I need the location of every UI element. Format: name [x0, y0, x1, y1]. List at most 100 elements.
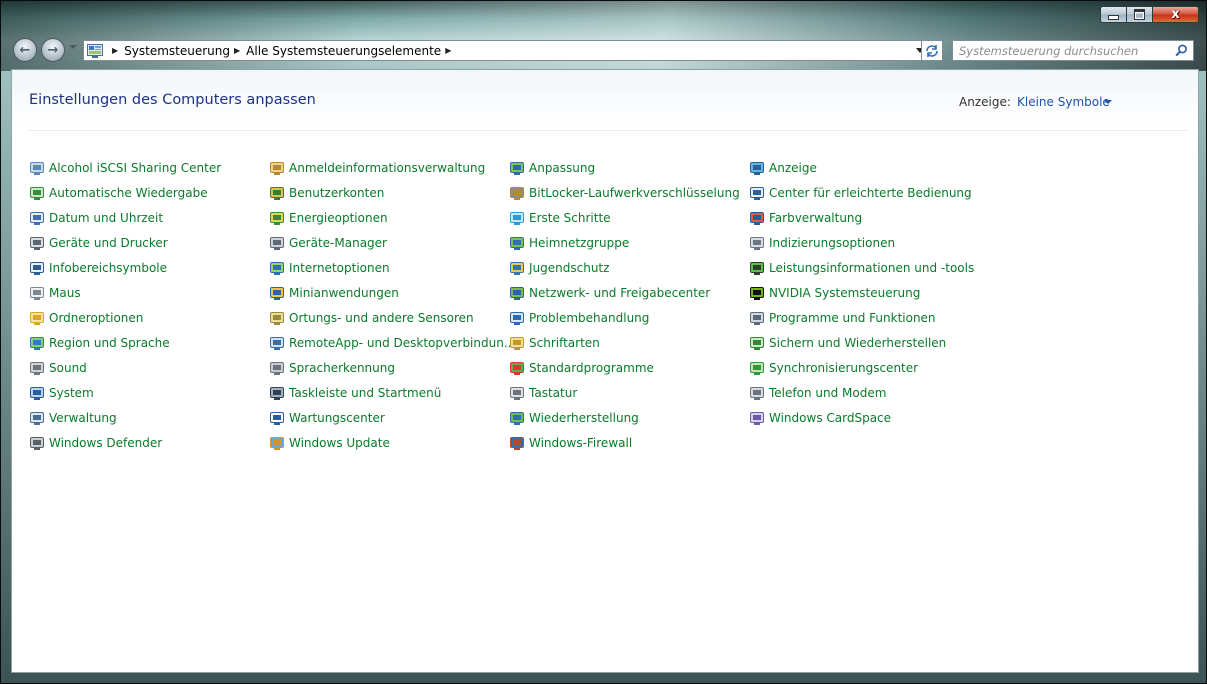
control-panel-item-label[interactable]: Datum und Uhrzeit: [49, 211, 163, 225]
control-panel-item[interactable]: Standardprogramme: [509, 358, 654, 378]
control-panel-item-label[interactable]: Anzeige: [769, 161, 817, 175]
control-panel-item-label[interactable]: Telefon und Modem: [769, 386, 886, 400]
control-panel-item-label[interactable]: Windows CardSpace: [769, 411, 891, 425]
back-button[interactable]: ←: [13, 38, 37, 62]
control-panel-item[interactable]: RemoteApp- und Desktopverbindun...: [269, 333, 515, 353]
control-panel-item[interactable]: BitLocker-Laufwerkverschlüsselung: [509, 183, 740, 203]
control-panel-item[interactable]: Taskleiste und Startmenü: [269, 383, 441, 403]
control-panel-item[interactable]: Spracherkennung: [269, 358, 395, 378]
view-mode-dropdown[interactable]: Kleine Symbole: [1017, 95, 1110, 109]
control-panel-item[interactable]: Sound: [29, 358, 87, 378]
control-panel-item[interactable]: Windows-Firewall: [509, 433, 632, 453]
control-panel-item[interactable]: Ortungs- und andere Sensoren: [269, 308, 474, 328]
control-panel-item-label[interactable]: Infobereichsymbole: [49, 261, 167, 275]
control-panel-item[interactable]: Automatische Wiedergabe: [29, 183, 208, 203]
control-panel-item[interactable]: Verwaltung: [29, 408, 117, 428]
control-panel-item[interactable]: Heimnetzgruppe: [509, 233, 629, 253]
control-panel-item-label[interactable]: Geräte-Manager: [289, 236, 387, 250]
control-panel-item[interactable]: Anmeldeinformationsverwaltung: [269, 158, 485, 178]
control-panel-item[interactable]: Geräte-Manager: [269, 233, 387, 253]
control-panel-item[interactable]: Anpassung: [509, 158, 595, 178]
breadcrumb-separator-icon[interactable]: ▶: [445, 46, 451, 55]
control-panel-item[interactable]: Region und Sprache: [29, 333, 170, 353]
control-panel-item[interactable]: Internetoptionen: [269, 258, 390, 278]
control-panel-item[interactable]: Jugendschutz: [509, 258, 609, 278]
control-panel-item-label[interactable]: Standardprogramme: [529, 361, 654, 375]
control-panel-item-label[interactable]: System: [49, 386, 94, 400]
control-panel-item-label[interactable]: Spracherkennung: [289, 361, 395, 375]
control-panel-item[interactable]: Energieoptionen: [269, 208, 388, 228]
control-panel-item-label[interactable]: Farbverwaltung: [769, 211, 862, 225]
control-panel-item-label[interactable]: RemoteApp- und Desktopverbindun...: [289, 336, 515, 350]
search-input[interactable]: [959, 43, 1173, 58]
breadcrumb-systemsteuerung[interactable]: Systemsteuerung: [124, 44, 230, 58]
control-panel-item[interactable]: Indizierungsoptionen: [749, 233, 895, 253]
control-panel-item-label[interactable]: Sound: [49, 361, 87, 375]
control-panel-item-label[interactable]: Leistungsinformationen und -tools: [769, 261, 974, 275]
control-panel-item-label[interactable]: Schriftarten: [529, 336, 600, 350]
control-panel-item-label[interactable]: Minianwendungen: [289, 286, 399, 300]
control-panel-item[interactable]: Synchronisierungscenter: [749, 358, 918, 378]
control-panel-item[interactable]: Alcohol iSCSI Sharing Center: [29, 158, 221, 178]
chevron-down-icon[interactable]: [1104, 100, 1112, 104]
control-panel-item[interactable]: Wiederherstellung: [509, 408, 639, 428]
control-panel-item-label[interactable]: Automatische Wiedergabe: [49, 186, 208, 200]
control-panel-item-label[interactable]: Windows-Firewall: [529, 436, 632, 450]
control-panel-item-label[interactable]: Erste Schritte: [529, 211, 611, 225]
control-panel-item-label[interactable]: Geräte und Drucker: [49, 236, 168, 250]
control-panel-item-label[interactable]: Center für erleichterte Bedienung: [769, 186, 972, 200]
control-panel-item[interactable]: Leistungsinformationen und -tools: [749, 258, 974, 278]
control-panel-item[interactable]: Programme und Funktionen: [749, 308, 936, 328]
control-panel-item-label[interactable]: NVIDIA Systemsteuerung: [769, 286, 920, 300]
control-panel-item[interactable]: Telefon und Modem: [749, 383, 886, 403]
control-panel-item[interactable]: Windows CardSpace: [749, 408, 891, 428]
control-panel-item[interactable]: Windows Defender: [29, 433, 162, 453]
control-panel-item-label[interactable]: Tastatur: [529, 386, 577, 400]
control-panel-item[interactable]: Netzwerk- und Freigabecenter: [509, 283, 710, 303]
control-panel-item[interactable]: Tastatur: [509, 383, 577, 403]
control-panel-item[interactable]: Benutzerkonten: [269, 183, 384, 203]
control-panel-item[interactable]: Center für erleichterte Bedienung: [749, 183, 972, 203]
control-panel-item-label[interactable]: Anmeldeinformationsverwaltung: [289, 161, 485, 175]
control-panel-item-label[interactable]: Internetoptionen: [289, 261, 390, 275]
control-panel-item[interactable]: Infobereichsymbole: [29, 258, 167, 278]
control-panel-item[interactable]: Anzeige: [749, 158, 817, 178]
control-panel-item[interactable]: Wartungscenter: [269, 408, 385, 428]
control-panel-item[interactable]: System: [29, 383, 94, 403]
control-panel-item-label[interactable]: Verwaltung: [49, 411, 117, 425]
control-panel-item-label[interactable]: Netzwerk- und Freigabecenter: [529, 286, 710, 300]
control-panel-item-label[interactable]: Heimnetzgruppe: [529, 236, 629, 250]
control-panel-item[interactable]: Maus: [29, 283, 81, 303]
search-icon[interactable]: [1175, 44, 1188, 57]
control-panel-item[interactable]: Farbverwaltung: [749, 208, 862, 228]
control-panel-item[interactable]: Windows Update: [269, 433, 390, 453]
control-panel-item[interactable]: NVIDIA Systemsteuerung: [749, 283, 920, 303]
control-panel-item-label[interactable]: Anpassung: [529, 161, 595, 175]
control-panel-item[interactable]: Ordneroptionen: [29, 308, 143, 328]
control-panel-item-label[interactable]: Windows Defender: [49, 436, 162, 450]
breadcrumb-alle-elemente[interactable]: Alle Systemsteuerungselemente: [246, 44, 441, 58]
control-panel-item-label[interactable]: Ortungs- und andere Sensoren: [289, 311, 474, 325]
control-panel-item-label[interactable]: BitLocker-Laufwerkverschlüsselung: [529, 186, 740, 200]
control-panel-item-label[interactable]: Problembehandlung: [529, 311, 649, 325]
control-panel-item[interactable]: Datum und Uhrzeit: [29, 208, 163, 228]
control-panel-item[interactable]: Schriftarten: [509, 333, 600, 353]
breadcrumb-separator-icon[interactable]: ▶: [234, 46, 240, 55]
control-panel-item-label[interactable]: Jugendschutz: [529, 261, 609, 275]
control-panel-item[interactable]: Problembehandlung: [509, 308, 649, 328]
control-panel-item-label[interactable]: Maus: [49, 286, 81, 300]
search-box[interactable]: [952, 40, 1194, 61]
control-panel-item-label[interactable]: Ordneroptionen: [49, 311, 143, 325]
forward-button[interactable]: →: [41, 38, 65, 62]
control-panel-item-label[interactable]: Wiederherstellung: [529, 411, 639, 425]
control-panel-item-label[interactable]: Taskleiste und Startmenü: [289, 386, 441, 400]
address-bar[interactable]: ▶ Systemsteuerung ▶ Alle Systemsteuerung…: [83, 40, 929, 61]
control-panel-item[interactable]: Minianwendungen: [269, 283, 399, 303]
refresh-button[interactable]: [921, 40, 943, 61]
minimize-button[interactable]: [1100, 6, 1127, 23]
control-panel-item-label[interactable]: Region und Sprache: [49, 336, 170, 350]
control-panel-item-label[interactable]: Windows Update: [289, 436, 390, 450]
control-panel-item-label[interactable]: Wartungscenter: [289, 411, 385, 425]
control-panel-item-label[interactable]: Alcohol iSCSI Sharing Center: [49, 161, 221, 175]
close-button[interactable]: x: [1153, 6, 1199, 23]
